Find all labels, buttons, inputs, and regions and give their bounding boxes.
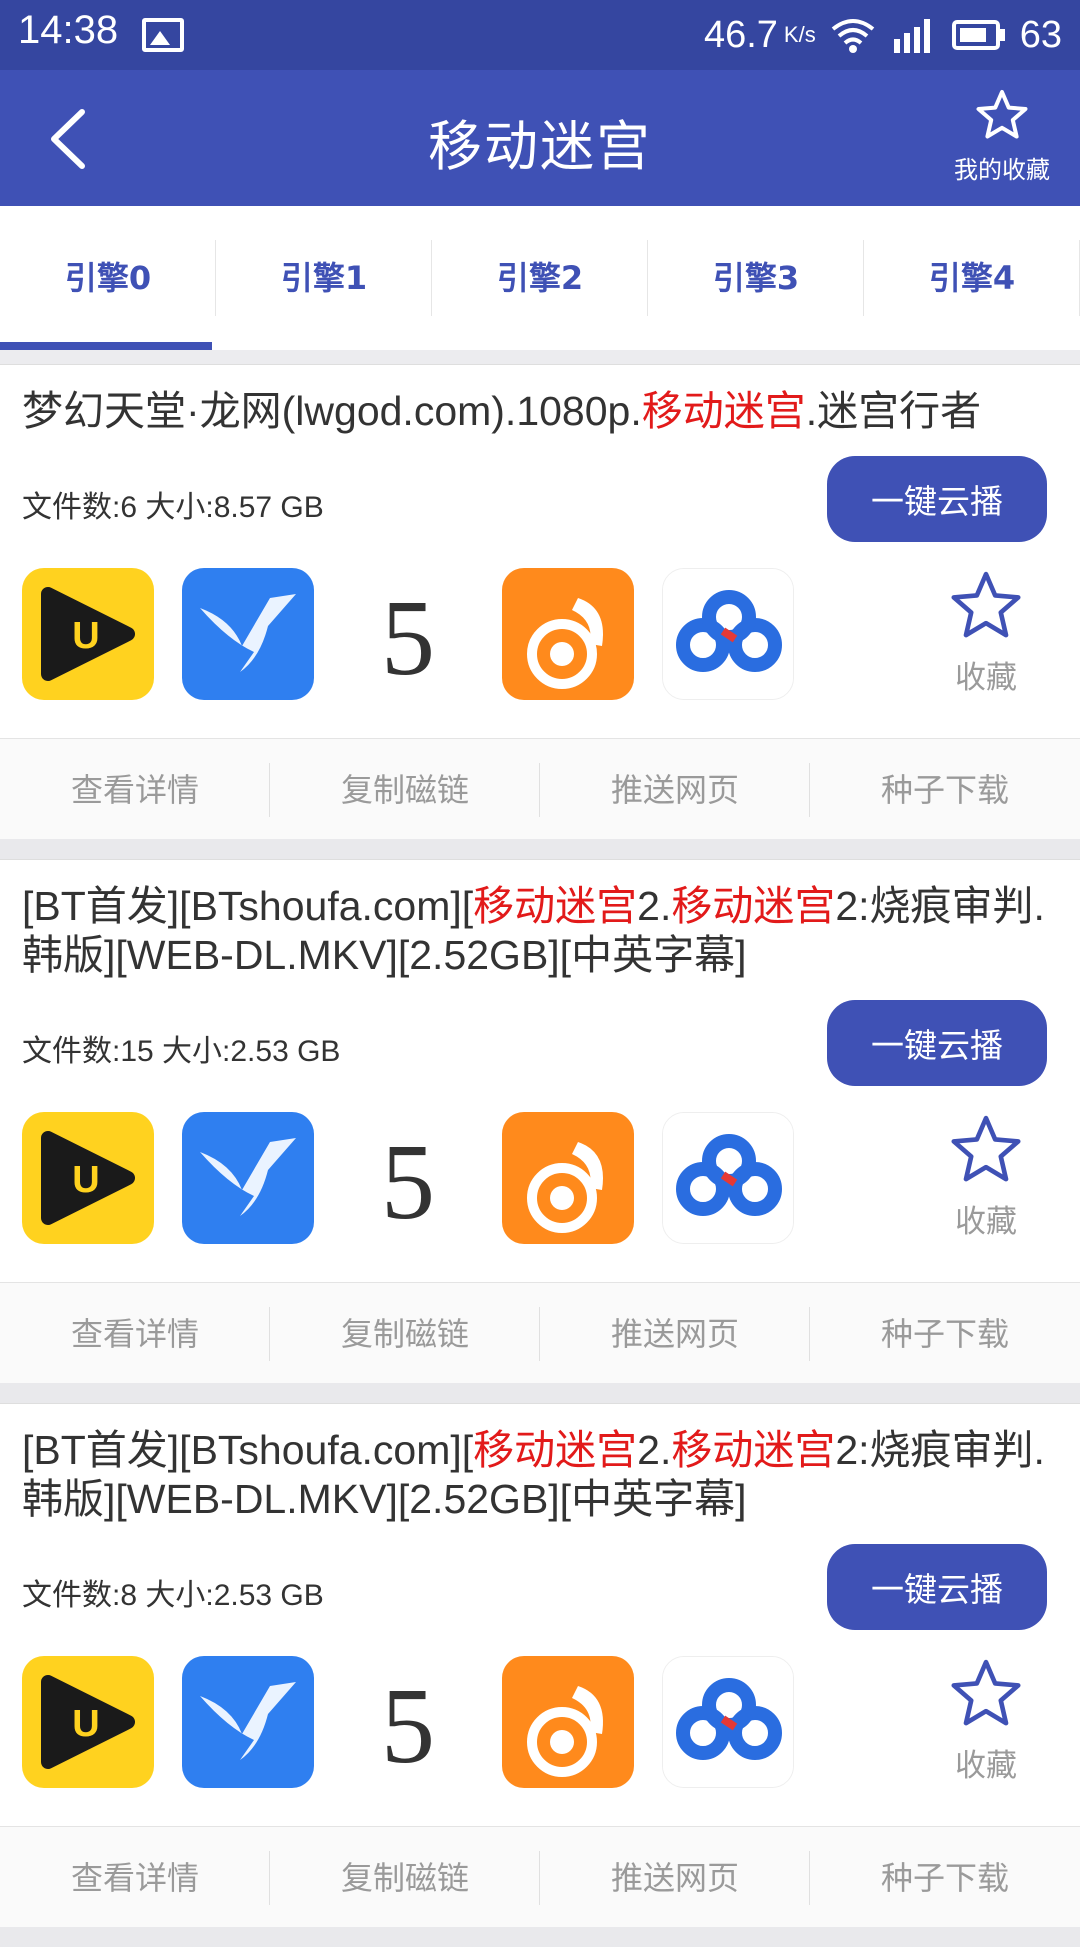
five-app-icon[interactable]: 5 bbox=[342, 568, 474, 700]
xunlei-app-icon[interactable] bbox=[182, 1656, 314, 1788]
file-info: 文件数:6 大小:8.57 GB bbox=[22, 491, 324, 524]
result-list: 梦幻天堂·龙网(lwgod.com).1080p.移动迷宫.迷宫行者 文件数:6… bbox=[0, 364, 1080, 1947]
result-title[interactable]: [BT首发][BTshoufa.com][移动迷宫2.移动迷宫2:烧痕审判.韩版… bbox=[0, 1404, 1080, 1524]
result-actions: 查看详情 复制磁链 推送网页 种子下载 bbox=[0, 738, 1080, 839]
torrent-download-button[interactable]: 种子下载 bbox=[810, 1827, 1080, 1927]
five-app-icon[interactable]: 5 bbox=[342, 1112, 474, 1244]
page-title: 移动迷宫 bbox=[428, 115, 652, 178]
active-tab-indicator bbox=[0, 342, 212, 350]
result-actions: 查看详情 复制磁链 推送网页 种子下载 bbox=[0, 1826, 1080, 1927]
engine-tabs: 引擎0 引擎1 引擎2 引擎3 引擎4 bbox=[0, 206, 1080, 350]
result-title[interactable]: 梦幻天堂·龙网(lwgod.com).1080p.移动迷宫.迷宫行者 bbox=[0, 365, 1080, 436]
view-details-button[interactable]: 查看详情 bbox=[0, 739, 270, 839]
svg-text:5: 5 bbox=[381, 1667, 435, 1786]
xunlei-app-icon[interactable] bbox=[182, 1112, 314, 1244]
collect-label: 收藏 bbox=[955, 1204, 1017, 1240]
tab-engine-0[interactable]: 引擎0 bbox=[0, 206, 216, 346]
baidu-cloud-app-icon[interactable] bbox=[662, 1112, 794, 1244]
title-highlight: 移动迷宫 bbox=[671, 1427, 836, 1473]
uc-browser-app-icon[interactable] bbox=[502, 1112, 634, 1244]
title-highlight: 移动迷宫 bbox=[473, 1427, 638, 1473]
gallery-icon bbox=[142, 18, 184, 52]
tab-engine-3[interactable]: 引擎3 bbox=[648, 206, 864, 346]
title-text: .迷宫行者 bbox=[805, 388, 982, 434]
collect-button[interactable]: 收藏 bbox=[936, 1114, 1036, 1241]
network-speed: 46.7 bbox=[703, 13, 778, 56]
result-card: [BT首发][BTshoufa.com][移动迷宫2.移动迷宫2:烧痕审判.韩版… bbox=[0, 1403, 1080, 1927]
collect-button[interactable]: 收藏 bbox=[936, 1658, 1036, 1785]
svg-text:U: U bbox=[72, 1159, 99, 1201]
cloud-play-button[interactable]: 一键云播 bbox=[827, 456, 1047, 542]
torrent-download-button[interactable]: 种子下载 bbox=[810, 739, 1080, 839]
baidu-cloud-app-icon[interactable] bbox=[662, 1656, 794, 1788]
result-card: 梦幻天堂·龙网(lwgod.com).1080p.移动迷宫.迷宫行者 文件数:6… bbox=[0, 364, 1080, 839]
star-outline-icon bbox=[951, 571, 1021, 638]
five-app-icon[interactable]: 5 bbox=[342, 1656, 474, 1788]
app-bar: 移动迷宫 我的收藏 bbox=[0, 70, 1080, 206]
result-meta-row: 文件数:8 大小:2.53 GB 一键云播 bbox=[0, 1524, 1080, 1630]
result-meta-row: 文件数:6 大小:8.57 GB 一键云播 bbox=[0, 436, 1080, 542]
title-highlight: 移动迷宫 bbox=[641, 388, 806, 434]
collect-button[interactable]: 收藏 bbox=[936, 570, 1036, 697]
file-info: 文件数:8 大小:2.53 GB bbox=[22, 1579, 324, 1612]
title-text: [BT首发][BTshoufa.com][ bbox=[22, 1427, 474, 1473]
title-text: 2. bbox=[637, 883, 672, 929]
copy-magnet-button[interactable]: 复制磁链 bbox=[270, 739, 540, 839]
u-player-app-icon[interactable]: U bbox=[22, 1112, 154, 1244]
title-text: 2. bbox=[637, 1427, 672, 1473]
divider bbox=[0, 350, 1080, 364]
svg-text:5: 5 bbox=[381, 579, 435, 698]
cloud-play-button[interactable]: 一键云播 bbox=[827, 1000, 1047, 1086]
title-highlight: 移动迷宫 bbox=[473, 883, 638, 929]
push-webpage-button[interactable]: 推送网页 bbox=[540, 1827, 810, 1927]
result-actions: 查看详情 复制磁链 推送网页 种子下载 bbox=[0, 1282, 1080, 1383]
svg-text:U: U bbox=[72, 1703, 99, 1745]
star-outline-icon bbox=[951, 1115, 1021, 1182]
uc-browser-app-icon[interactable] bbox=[502, 1656, 634, 1788]
player-apps-row: U 5 收藏 bbox=[0, 1630, 1080, 1826]
title-text: [BT首发][BTshoufa.com][ bbox=[22, 883, 474, 929]
u-player-app-icon[interactable]: U bbox=[22, 1656, 154, 1788]
player-apps-row: U 5 收藏 bbox=[0, 542, 1080, 738]
status-indicators: 46.7 K/s 63 bbox=[704, 8, 1062, 62]
result-title[interactable]: [BT首发][BTshoufa.com][移动迷宫2.移动迷宫2:烧痕审判.韩版… bbox=[0, 860, 1080, 980]
xunlei-app-icon[interactable] bbox=[182, 568, 314, 700]
push-webpage-button[interactable]: 推送网页 bbox=[540, 739, 810, 839]
cloud-play-button[interactable]: 一键云播 bbox=[827, 1544, 1047, 1630]
uc-browser-app-icon[interactable] bbox=[502, 568, 634, 700]
wifi-icon bbox=[831, 19, 874, 53]
u-player-app-icon[interactable]: U bbox=[22, 568, 154, 700]
tab-engine-2[interactable]: 引擎2 bbox=[432, 206, 648, 346]
title-text: 梦幻天堂·龙网(lwgod.com).1080p. bbox=[22, 388, 642, 434]
my-favorites-label: 我的收藏 bbox=[954, 156, 1050, 184]
star-outline-icon bbox=[951, 1659, 1021, 1726]
cellular-signal-icon bbox=[893, 19, 930, 53]
svg-text:U: U bbox=[72, 615, 99, 657]
view-details-button[interactable]: 查看详情 bbox=[0, 1827, 270, 1927]
collect-label: 收藏 bbox=[955, 1748, 1017, 1784]
battery-icon bbox=[951, 20, 1005, 50]
network-speed-unit: K/s bbox=[783, 22, 816, 47]
torrent-download-button[interactable]: 种子下载 bbox=[810, 1283, 1080, 1383]
collect-label: 收藏 bbox=[955, 660, 1017, 696]
push-webpage-button[interactable]: 推送网页 bbox=[540, 1283, 810, 1383]
result-card: [BT首发][BTshoufa.com][移动迷宫2.移动迷宫2:烧痕审判.韩版… bbox=[0, 859, 1080, 1383]
copy-magnet-button[interactable]: 复制磁链 bbox=[270, 1283, 540, 1383]
status-time: 14:38 bbox=[18, 8, 119, 52]
tab-engine-4[interactable]: 引擎4 bbox=[864, 206, 1080, 346]
baidu-cloud-app-icon[interactable] bbox=[662, 568, 794, 700]
copy-magnet-button[interactable]: 复制磁链 bbox=[270, 1827, 540, 1927]
tab-engine-1[interactable]: 引擎1 bbox=[216, 206, 432, 346]
my-favorites-button[interactable]: 我的收藏 bbox=[942, 88, 1062, 185]
view-details-button[interactable]: 查看详情 bbox=[0, 1283, 270, 1383]
svg-text:5: 5 bbox=[381, 1123, 435, 1242]
player-apps-row: U 5 收藏 bbox=[0, 1086, 1080, 1282]
star-outline-icon bbox=[976, 90, 1028, 139]
result-meta-row: 文件数:15 大小:2.53 GB 一键云播 bbox=[0, 980, 1080, 1086]
title-highlight: 移动迷宫 bbox=[671, 883, 836, 929]
status-bar: 14:38 46.7 K/s 63 bbox=[0, 0, 1080, 70]
battery-level: 63 bbox=[1019, 13, 1062, 56]
file-info: 文件数:15 大小:2.53 GB bbox=[22, 1035, 341, 1068]
